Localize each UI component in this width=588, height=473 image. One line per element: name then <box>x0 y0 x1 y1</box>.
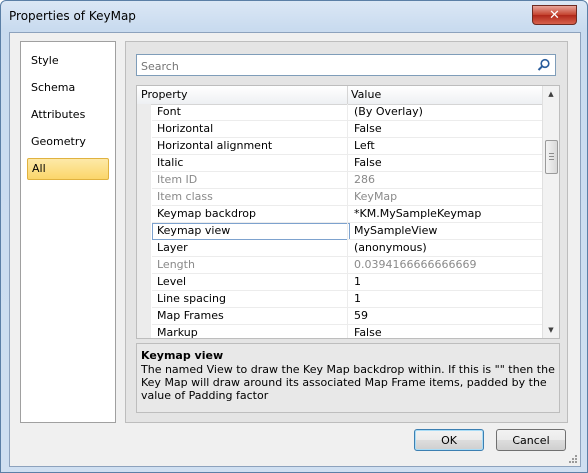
property-name[interactable]: Line spacing <box>152 291 350 308</box>
property-value[interactable]: False <box>347 155 548 172</box>
property-name[interactable]: Level <box>152 274 350 291</box>
properties-dialog: Properties of KeyMap ✕ Style Schema Attr… <box>0 0 588 473</box>
close-icon: ✕ <box>549 7 560 23</box>
ok-button[interactable]: OK <box>414 429 484 451</box>
row-gutter <box>137 189 151 206</box>
property-value: 286 <box>347 172 548 189</box>
cancel-button[interactable]: Cancel <box>496 429 566 451</box>
scroll-down-arrow-icon[interactable]: ▼ <box>543 322 559 338</box>
column-header-property[interactable]: Property <box>137 86 348 104</box>
scrollbar-thumb[interactable] <box>545 140 558 174</box>
property-row[interactable]: Line spacing 1 <box>137 291 548 308</box>
property-value[interactable]: Left <box>347 138 548 155</box>
property-row[interactable]: Font (By Overlay) <box>137 104 548 121</box>
property-value[interactable]: False <box>347 121 548 138</box>
search-icon[interactable] <box>537 58 551 72</box>
property-name[interactable]: Item class <box>152 189 350 206</box>
row-gutter <box>137 206 151 223</box>
property-name[interactable]: Italic <box>152 155 350 172</box>
row-gutter <box>137 155 151 172</box>
category-schema[interactable]: Schema <box>27 77 109 99</box>
property-value[interactable]: (anonymous) <box>347 240 548 257</box>
property-row[interactable]: Horizontal alignment Left <box>137 138 548 155</box>
search-box[interactable] <box>136 54 556 76</box>
grip-line <box>549 153 554 154</box>
property-value[interactable]: 59 <box>347 308 548 325</box>
property-name[interactable]: Keymap view <box>152 223 350 240</box>
search-input[interactable] <box>139 57 533 75</box>
property-name[interactable]: Keymap backdrop <box>152 206 350 223</box>
row-gutter <box>137 291 151 308</box>
row-gutter <box>137 138 151 155</box>
close-button[interactable]: ✕ <box>532 5 577 25</box>
property-row-readonly[interactable]: Length 0.0394166666666669 <box>137 257 548 274</box>
scroll-up-arrow-icon[interactable]: ▲ <box>543 86 559 102</box>
property-name[interactable]: Horizontal alignment <box>152 138 350 155</box>
property-value[interactable]: 1 <box>347 291 548 308</box>
property-value: KeyMap <box>347 189 548 206</box>
category-all[interactable]: All <box>27 158 109 180</box>
row-gutter <box>137 257 151 274</box>
row-gutter <box>137 308 151 325</box>
row-gutter <box>137 325 151 338</box>
property-row-readonly[interactable]: Item ID 286 <box>137 172 548 189</box>
row-gutter <box>137 240 151 257</box>
category-geometry[interactable]: Geometry <box>27 131 109 153</box>
description-title: Keymap view <box>141 349 224 362</box>
grid-header: Property Value <box>137 86 545 105</box>
property-row-selected[interactable]: Keymap view MySampleView <box>137 223 548 240</box>
property-value[interactable]: 1 <box>347 274 548 291</box>
row-gutter <box>137 104 151 121</box>
description-panel: Keymap view The named View to draw the K… <box>136 343 560 413</box>
property-row[interactable]: Markup False <box>137 325 548 338</box>
dialog-client-area: Style Schema Attributes Geometry All Pro… <box>9 32 581 467</box>
property-row[interactable]: Layer (anonymous) <box>137 240 548 257</box>
property-name[interactable]: Horizontal <box>152 121 350 138</box>
property-row[interactable]: Horizontal False <box>137 121 548 138</box>
category-list: Style Schema Attributes Geometry All <box>20 41 116 423</box>
property-row[interactable]: Level 1 <box>137 274 548 291</box>
row-gutter <box>137 223 151 240</box>
column-header-value[interactable]: Value <box>347 86 545 104</box>
properties-panel: Property Value Font (By Overlay) Horizon… <box>125 41 568 423</box>
grip-line <box>549 159 554 160</box>
property-value: 0.0394166666666669 <box>347 257 548 274</box>
property-name[interactable]: Layer <box>152 240 350 257</box>
category-style[interactable]: Style <box>27 50 109 72</box>
property-value[interactable]: MySampleView <box>347 223 548 240</box>
property-name[interactable]: Length <box>152 257 350 274</box>
property-row[interactable]: Map Frames 59 <box>137 308 548 325</box>
property-name[interactable]: Item ID <box>152 172 350 189</box>
property-row[interactable]: Keymap backdrop *KM.MySampleKeymap <box>137 206 548 223</box>
window-title: Properties of KeyMap <box>9 9 136 23</box>
property-name[interactable]: Map Frames <box>152 308 350 325</box>
property-name[interactable]: Font <box>152 104 350 121</box>
property-value[interactable]: *KM.MySampleKeymap <box>347 206 548 223</box>
resize-grip-icon[interactable] <box>568 454 578 464</box>
title-bar[interactable]: Properties of KeyMap ✕ <box>1 1 587 31</box>
description-text: The named View to draw the Key Map backd… <box>141 363 555 402</box>
row-gutter <box>137 172 151 189</box>
property-row-readonly[interactable]: Item class KeyMap <box>137 189 548 206</box>
property-value[interactable]: (By Overlay) <box>347 104 548 121</box>
property-row[interactable]: Italic False <box>137 155 548 172</box>
row-gutter <box>137 274 151 291</box>
row-gutter <box>137 121 151 138</box>
property-grid: Property Value Font (By Overlay) Horizon… <box>136 85 560 339</box>
property-name[interactable]: Markup <box>152 325 350 338</box>
category-attributes[interactable]: Attributes <box>27 104 109 126</box>
property-value[interactable]: False <box>347 325 548 338</box>
grip-line <box>549 156 554 157</box>
vertical-scrollbar[interactable]: ▲ ▼ <box>542 86 559 338</box>
